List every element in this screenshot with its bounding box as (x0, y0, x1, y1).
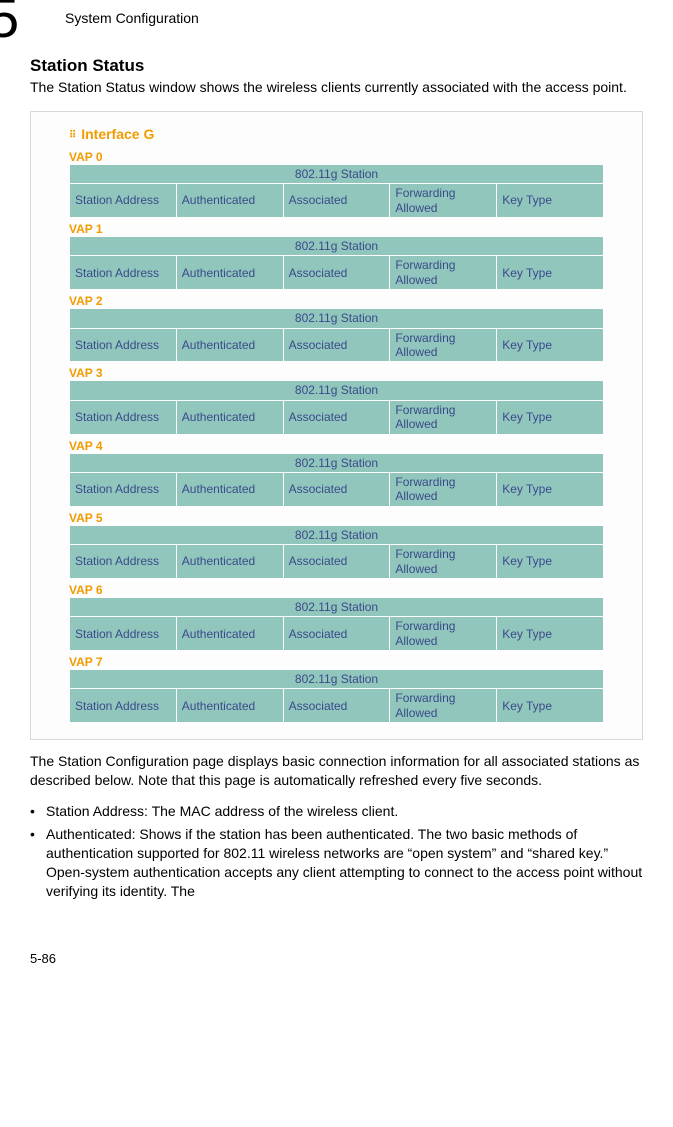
col-associated: Associated (284, 401, 390, 434)
col-authenticated: Authenticated (177, 473, 283, 506)
vap-label: VAP 0 (69, 150, 604, 164)
vap-label: VAP 5 (69, 511, 604, 525)
col-associated: Associated (284, 689, 390, 722)
col-station-address: Station Address (70, 329, 176, 362)
col-forwarding: Forwarding Allowed (390, 401, 496, 434)
col-forwarding: Forwarding Allowed (390, 184, 496, 217)
interface-header: ⠿ Interface G (69, 126, 604, 142)
interface-label: Interface G (81, 126, 154, 142)
col-key-type: Key Type (497, 545, 603, 578)
col-associated: Associated (284, 184, 390, 217)
col-authenticated: Authenticated (177, 184, 283, 217)
table-caption: 802.11g Station (70, 237, 603, 255)
station-table: 802.11g StationStation AddressAuthentica… (69, 525, 604, 579)
dots-icon: ⠿ (69, 130, 75, 141)
station-table: 802.11g StationStation AddressAuthentica… (69, 164, 604, 218)
vap-label: VAP 6 (69, 583, 604, 597)
col-key-type: Key Type (497, 329, 603, 362)
col-key-type: Key Type (497, 256, 603, 289)
list-item: Station Address: The MAC address of the … (30, 802, 643, 821)
col-key-type: Key Type (497, 689, 603, 722)
col-station-address: Station Address (70, 473, 176, 506)
station-table: 802.11g Station Station AddressAuthentica… (69, 308, 604, 362)
vap-label: VAP 3 (69, 366, 604, 380)
col-key-type: Key Type (497, 401, 603, 434)
col-associated: Associated (284, 473, 390, 506)
col-associated: Associated (284, 256, 390, 289)
table-caption: 802.11g Station (70, 670, 603, 688)
col-key-type: Key Type (497, 184, 603, 217)
table-caption: 802.11g Station (70, 598, 603, 616)
station-table: 802.11g Station Station AddressAuthentica… (69, 380, 604, 434)
list-item: Authenticated: Shows if the station has … (30, 825, 643, 901)
vap-label: VAP 2 (69, 294, 604, 308)
col-station-address: Station Address (70, 401, 176, 434)
col-station-address: Station Address (70, 184, 176, 217)
vap-label: VAP 1 (69, 222, 604, 236)
col-station-address: Station Address (70, 545, 176, 578)
table-caption: 802.11g Station (70, 526, 603, 544)
col-authenticated: Authenticated (177, 617, 283, 650)
chapter-number: 5 (0, 0, 19, 46)
intro-text: The Station Status window shows the wire… (30, 78, 643, 97)
table-caption: 802.11g Station (70, 454, 603, 472)
col-key-type: Key Type (497, 473, 603, 506)
table-caption: 802.11g Station (70, 165, 603, 183)
col-authenticated: Authenticated (177, 256, 283, 289)
table-caption: 802.11g Station (70, 381, 603, 399)
col-associated: Associated (284, 617, 390, 650)
station-table: 802.11g StationStation AddressAuthentica… (69, 236, 604, 290)
vap-label: VAP 4 (69, 439, 604, 453)
station-table: 802.11g StationStation AddressAuthentica… (69, 453, 604, 507)
col-associated: Associated (284, 329, 390, 362)
col-forwarding: Forwarding Allowed (390, 329, 496, 362)
col-authenticated: Authenticated (177, 689, 283, 722)
table-caption: 802.11g Station (70, 309, 603, 327)
section-title: Station Status (30, 56, 643, 76)
col-authenticated: Authenticated (177, 545, 283, 578)
col-forwarding: Forwarding Allowed (390, 545, 496, 578)
page-number: 5-86 (30, 951, 643, 966)
col-station-address: Station Address (70, 256, 176, 289)
col-forwarding: Forwarding Allowed (390, 689, 496, 722)
bullet-list: Station Address: The MAC address of the … (30, 802, 643, 900)
vap-label: VAP 7 (69, 655, 604, 669)
col-station-address: Station Address (70, 689, 176, 722)
col-forwarding: Forwarding Allowed (390, 617, 496, 650)
col-forwarding: Forwarding Allowed (390, 473, 496, 506)
status-panel: ⠿ Interface G VAP 0802.11g StationStatio… (30, 111, 643, 740)
col-forwarding: Forwarding Allowed (390, 256, 496, 289)
station-table: 802.11g StationStation AddressAuthentica… (69, 597, 604, 651)
col-authenticated: Authenticated (177, 329, 283, 362)
col-station-address: Station Address (70, 617, 176, 650)
station-table: 802.11g StationStation AddressAuthentica… (69, 669, 604, 723)
col-key-type: Key Type (497, 617, 603, 650)
chapter-title: System Configuration (30, 0, 643, 26)
col-authenticated: Authenticated (177, 401, 283, 434)
col-associated: Associated (284, 545, 390, 578)
after-text: The Station Configuration page displays … (30, 752, 643, 790)
